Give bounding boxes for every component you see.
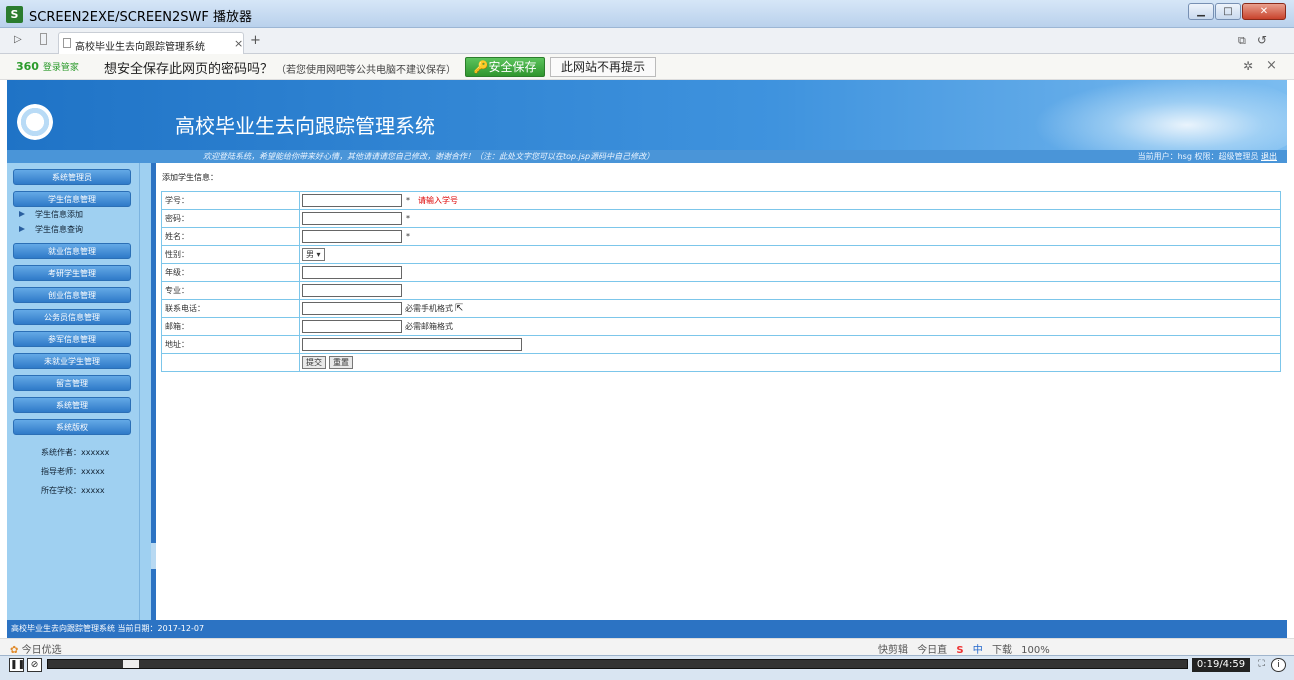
- system-title: 高校毕业生去向跟踪管理系统: [175, 114, 435, 138]
- site-banner: 高校毕业生去向跟踪管理系统: [7, 80, 1287, 150]
- submit-button[interactable]: 提交: [302, 356, 326, 369]
- form-row-password: 密码： *: [161, 209, 1281, 228]
- typhoon-image: [1007, 80, 1287, 150]
- password-tip: （若您使用网吧等公共电脑不建议保存）: [276, 65, 456, 76]
- password-question: 想安全保存此网页的密码吗？: [104, 62, 274, 77]
- close-button[interactable]: ✕: [1242, 3, 1286, 20]
- never-prompt-button[interactable]: 此网站不再提示: [550, 57, 656, 77]
- undo-icon[interactable]: ↺: [1257, 33, 1267, 47]
- tab-system[interactable]: 高校毕业生去向跟踪管理系统 ×: [58, 32, 244, 54]
- grade-input[interactable]: [302, 266, 402, 279]
- player-controls: ❚❚ ⊘ 0:19/4:59 ⛶ i: [0, 655, 1294, 680]
- pause-button[interactable]: ❚❚: [9, 658, 25, 672]
- key-icon: 🔑: [473, 60, 489, 74]
- info-bar: 欢迎登陆系统，希望能给你带来好心情，其他请请请您自己修改，谢谢合作！（注：此处文…: [7, 150, 1287, 163]
- sub-add-student[interactable]: 学生信息添加: [19, 209, 83, 220]
- password-input[interactable]: [302, 212, 402, 225]
- site-logo: [17, 104, 53, 140]
- restore-tabs-icon[interactable]: ⧉: [1238, 34, 1246, 48]
- left-sidebar: 系统管理员 学生信息管理 学生信息添加 学生信息查询 就业信息管理 考研学生管理…: [7, 163, 139, 620]
- marquee-text: 欢迎登陆系统，希望能给你带来好心情，其他请请请您自己修改，谢谢合作！（注：此处文…: [203, 152, 655, 161]
- student-id-error: 请输入学号: [418, 196, 458, 205]
- name-input[interactable]: [302, 230, 402, 243]
- menu-postgrad[interactable]: 考研学生管理: [13, 265, 131, 281]
- maximize-button[interactable]: □: [1215, 3, 1241, 20]
- frame-splitter[interactable]: [139, 163, 156, 620]
- form-row-grade: 年级：: [161, 263, 1281, 282]
- close-bar-icon[interactable]: ×: [1266, 58, 1277, 73]
- form-row-student-id: 学号： * 请输入学号: [161, 191, 1281, 210]
- browser-statusbar: ✿ 今日优选 快剪辑 今日直 S 中 下载 100%: [0, 638, 1294, 656]
- author-text: 系统作者：xxxxxx: [41, 448, 110, 457]
- menu-employment[interactable]: 就业信息管理: [13, 243, 131, 259]
- gender-select[interactable]: 男 ▾: [302, 248, 325, 261]
- tab-label: 高校毕业生去向跟踪管理系统: [75, 42, 205, 53]
- today-picks[interactable]: ✿ 今日优选: [10, 641, 62, 656]
- menu-copyright[interactable]: 系统版权: [13, 419, 131, 435]
- time-display: 0:19/4:59: [1192, 658, 1250, 672]
- menu-startup[interactable]: 创业信息管理: [13, 287, 131, 303]
- page-heading: 添加学生信息：: [162, 173, 218, 182]
- page-footer: 高校毕业生去向跟踪管理系统 当前日期：2017-12-07: [7, 620, 1287, 638]
- menu-student-info[interactable]: 学生信息管理: [13, 191, 131, 207]
- teacher-text: 指导老师：xxxxx: [41, 467, 105, 476]
- major-input[interactable]: [302, 284, 402, 297]
- reset-button[interactable]: 重置: [329, 356, 353, 369]
- menu-unemployed[interactable]: 未就业学生管理: [13, 353, 131, 369]
- new-tab-button[interactable]: +: [250, 33, 261, 48]
- mute-icon[interactable]: ⊘: [27, 658, 42, 672]
- menu-system-admin[interactable]: 系统管理员: [13, 169, 131, 185]
- school-text: 所在学校：xxxxx: [41, 486, 105, 495]
- logout-link[interactable]: 退出: [1261, 152, 1277, 161]
- seek-thumb[interactable]: [123, 660, 139, 668]
- form-row-major: 专业：: [161, 281, 1281, 300]
- menu-system-manage[interactable]: 系统管理: [13, 397, 131, 413]
- browser-tabbar: ▷ 高校毕业生去向跟踪管理系统 × + ⧉ ↺: [0, 28, 1294, 54]
- form-row-phone: 联系电话： 必需手机格式 ⇱: [161, 299, 1281, 318]
- window-titlebar: S SCREEN2EXE/SCREEN2SWF 播放器 ▁ □ ✕: [0, 0, 1294, 28]
- seek-bar[interactable]: [47, 659, 1188, 669]
- minimize-button[interactable]: ▁: [1188, 3, 1214, 20]
- fullscreen-icon[interactable]: ⛶: [1254, 658, 1269, 672]
- form-row-actions: 提交 重置: [161, 353, 1281, 372]
- app-icon: S: [6, 6, 23, 23]
- sub-query-student[interactable]: 学生信息查询: [19, 224, 83, 235]
- document-icon: [63, 38, 71, 48]
- form-row-name: 姓名： *: [161, 227, 1281, 246]
- address-input[interactable]: [302, 338, 522, 351]
- student-form: 学号： * 请输入学号 密码： * 姓名： * 性别： 男 ▾ 年级： 专业： 联…: [161, 191, 1281, 372]
- sidebar-toggle-icon[interactable]: ▷: [14, 34, 22, 45]
- form-row-email: 邮箱： 必需邮箱格式: [161, 317, 1281, 336]
- email-input[interactable]: [302, 320, 402, 333]
- info-icon[interactable]: i: [1271, 658, 1286, 672]
- current-user: 当前用户：hsg 权限：超级管理员 退出: [1137, 152, 1277, 161]
- phone-input[interactable]: [302, 302, 402, 315]
- tab-close-icon[interactable]: ×: [234, 37, 243, 50]
- safe-save-button[interactable]: 🔑安全保存: [465, 57, 545, 77]
- 360-logo: 360 登录管家: [16, 60, 79, 73]
- menu-civil-servant[interactable]: 公务员信息管理: [13, 309, 131, 325]
- menu-messages[interactable]: 留言管理: [13, 375, 131, 391]
- window-title: SCREEN2EXE/SCREEN2SWF 播放器: [29, 10, 252, 25]
- form-row-gender: 性别： 男 ▾: [161, 245, 1281, 264]
- password-save-bar: 360 登录管家 想安全保存此网页的密码吗？ （若您使用网吧等公共电脑不建议保存…: [0, 54, 1294, 80]
- menu-military[interactable]: 参军信息管理: [13, 331, 131, 347]
- settings-gear-icon[interactable]: ✲: [1243, 59, 1253, 73]
- student-id-input[interactable]: [302, 194, 402, 207]
- statusbar-tools: 快剪辑 今日直 S 中 下载 100%: [878, 641, 1056, 656]
- main-content: 添加学生信息： 学号： * 请输入学号 密码： * 姓名： * 性别： 男 ▾ 年…: [156, 163, 1287, 620]
- page-icon[interactable]: [40, 33, 47, 45]
- form-row-address: 地址：: [161, 335, 1281, 354]
- mouse-cursor-icon: ⇱: [455, 303, 464, 314]
